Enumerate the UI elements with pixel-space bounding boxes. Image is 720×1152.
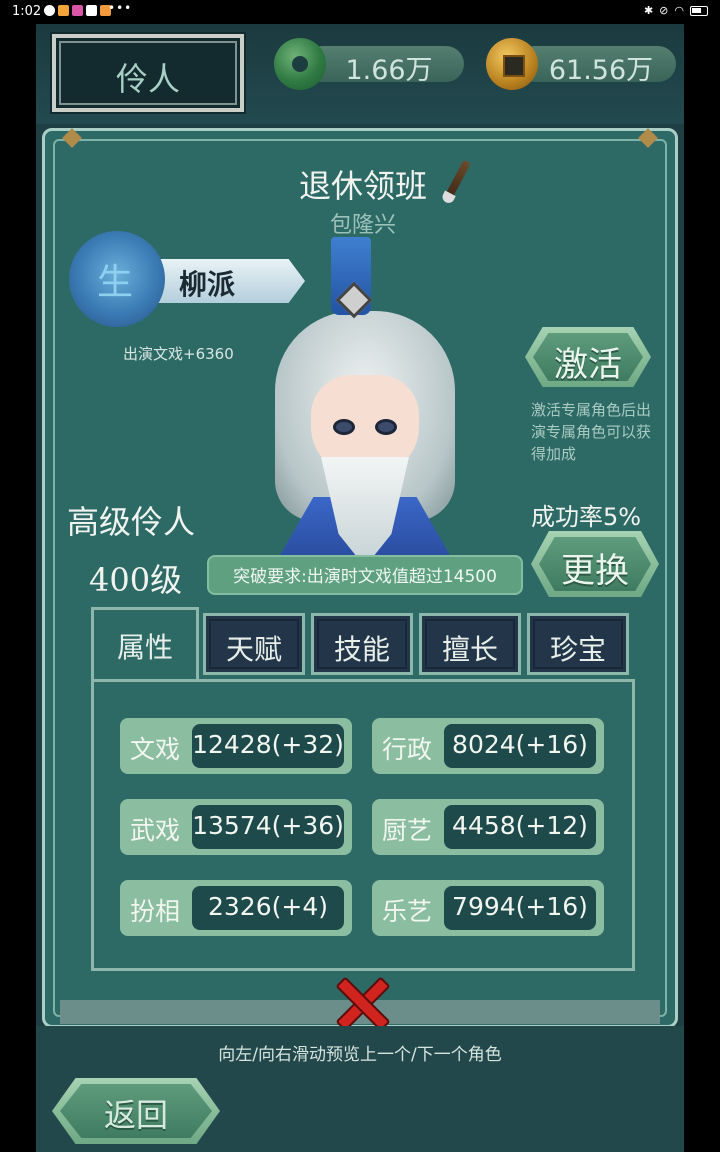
attribute-value-box: 13574(+36) <box>192 805 344 849</box>
close-icon[interactable] <box>332 974 388 1030</box>
clock: 1:02 <box>12 4 42 19</box>
attribute-name: 文戏 <box>130 735 181 764</box>
tab-label: 珍宝 <box>549 633 606 666</box>
notification-icons <box>44 5 111 16</box>
corner-ornament <box>638 128 658 148</box>
attribute-value-box: 7994(+16) <box>444 886 596 930</box>
more-notifications-icon: ••• <box>108 1 133 15</box>
attribute-value: 13574(+36) <box>192 811 344 840</box>
attribute-name: 扮相 <box>130 897 181 926</box>
attributes-panel: 文戏 12428(+32) 行政 8024(+16) 武戏 13574(+36)… <box>91 679 635 971</box>
role-tab[interactable]: 伶人 <box>50 32 246 114</box>
portrait-eye <box>375 419 397 435</box>
school-name: 柳派 <box>179 268 236 301</box>
breakthrough-requirement: 突破要求:出演时文戏值超过14500 <box>207 555 523 595</box>
chat-icon <box>44 5 55 16</box>
game-screen: 伶人 1.66万 61.56万 退休领班 包隆兴 柳派 出演文戏+6360 <box>36 24 684 1152</box>
jade-resource: 1.66万 <box>274 36 474 92</box>
attribute-item: 扮相 2326(+4) <box>120 880 352 936</box>
change-button[interactable]: 更换 <box>531 531 659 597</box>
app-icon <box>72 5 83 16</box>
back-button[interactable]: 返回 <box>52 1078 220 1144</box>
attribute-name: 乐艺 <box>382 897 433 926</box>
attribute-item: 厨艺 4458(+12) <box>372 799 604 855</box>
character-title: 退休领班 <box>298 167 427 205</box>
performance-bonus: 出演文戏+6360 <box>123 345 234 363</box>
system-icons: ✱ ⊘ ◠ <box>644 4 708 17</box>
attribute-value: 12428(+32) <box>192 730 344 759</box>
attribute-item: 行政 8024(+16) <box>372 718 604 774</box>
rank-label: 高级伶人 <box>67 503 196 541</box>
corner-ornament <box>62 128 82 148</box>
attribute-value: 4458(+12) <box>452 811 588 840</box>
character-portrait <box>275 237 455 567</box>
tab-label: 擅长 <box>441 633 498 666</box>
level-label: 400级 <box>89 561 183 599</box>
top-bar: 伶人 1.66万 61.56万 <box>36 24 684 124</box>
attribute-value-box: 2326(+4) <box>192 886 344 930</box>
attribute-value-box: 4458(+12) <box>444 805 596 849</box>
jade-amount: 1.66万 <box>345 55 433 86</box>
bluetooth-icon: ✱ <box>643 4 654 17</box>
attribute-value: 2326(+4) <box>208 892 328 921</box>
attribute-value: 8024(+16) <box>452 730 588 759</box>
attribute-item: 武戏 13574(+36) <box>120 799 352 855</box>
activate-label: 激活 <box>554 345 622 385</box>
coin-amount: 61.56万 <box>548 55 654 86</box>
tab-talents[interactable]: 天赋 <box>203 613 305 675</box>
battery-icon <box>690 5 708 16</box>
attribute-name: 行政 <box>382 735 433 764</box>
attribute-value-box: 8024(+16) <box>444 724 596 768</box>
portrait-eye <box>333 419 355 435</box>
portrait-hat <box>331 237 371 315</box>
tab-treasures[interactable]: 珍宝 <box>527 613 629 675</box>
tab-specialties[interactable]: 擅长 <box>419 613 521 675</box>
mute-icon: ⊘ <box>659 4 669 17</box>
attribute-value: 7994(+16) <box>452 892 588 921</box>
attribute-item: 乐艺 7994(+16) <box>372 880 604 936</box>
tab-label: 技能 <box>333 633 390 666</box>
attribute-item: 文戏 12428(+32) <box>120 718 352 774</box>
status-bar: 1:02 ••• ✱ ⊘ ◠ <box>0 0 720 24</box>
change-label: 更换 <box>561 551 629 591</box>
tab-label: 属性 <box>116 631 173 664</box>
bottom-bar: 向左/向右滑动预览上一个/下一个角色 返回 <box>36 1026 684 1152</box>
tab-label: 天赋 <box>225 633 282 666</box>
attribute-name: 武戏 <box>130 816 181 845</box>
activate-note: 激活专属角色后出演专属角色可以获得加成 <box>531 401 652 463</box>
app-icon <box>58 5 69 16</box>
success-rate: 成功率5% <box>531 503 642 531</box>
app-icon <box>86 5 97 16</box>
role-tab-label: 伶人 <box>115 60 180 98</box>
tab-bar: 属性 天赋 技能 擅长 珍宝 <box>91 607 635 683</box>
swipe-hint: 向左/向右滑动预览上一个/下一个角色 <box>218 1045 502 1065</box>
attribute-name: 厨艺 <box>382 816 433 845</box>
dragon-emblem-icon <box>69 231 165 327</box>
coin-resource: 61.56万 <box>486 36 684 92</box>
wifi-icon: ◠ <box>674 4 684 17</box>
activate-button[interactable]: 激活 <box>525 327 651 387</box>
tab-skills[interactable]: 技能 <box>311 613 413 675</box>
attribute-value-box: 12428(+32) <box>192 724 344 768</box>
character-panel: 退休领班 包隆兴 柳派 出演文戏+6360 激活 激活专属角色后出演专属角色可以… <box>42 128 678 1028</box>
tab-attributes[interactable]: 属性 <box>91 607 199 683</box>
back-label: 返回 <box>103 1096 168 1134</box>
